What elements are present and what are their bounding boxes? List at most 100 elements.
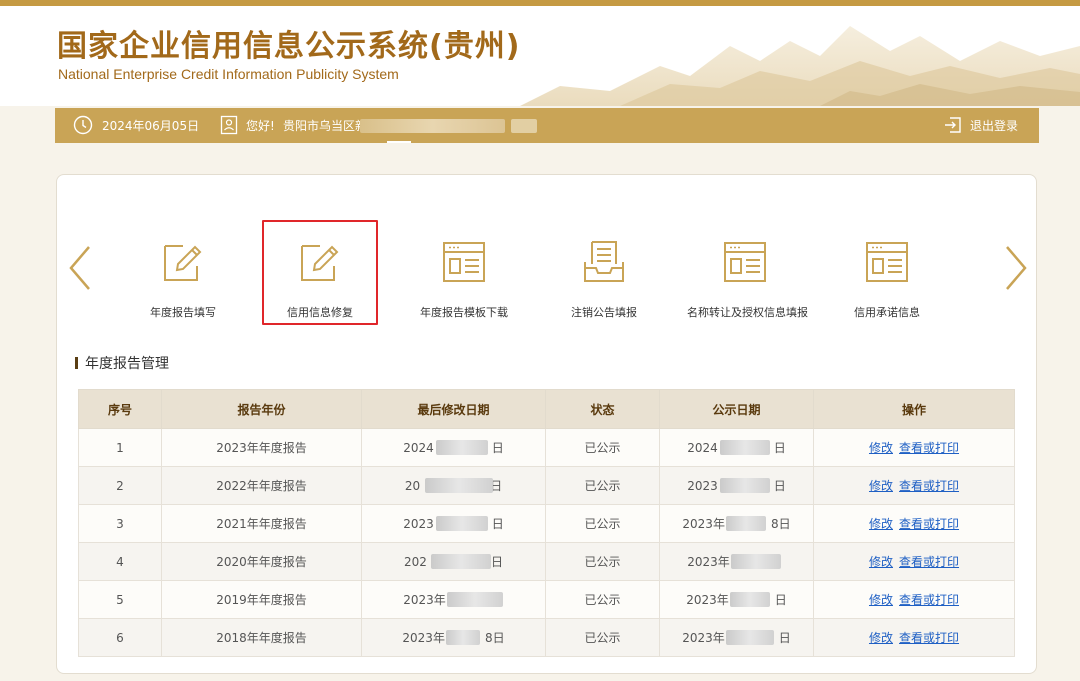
actions: 修改 查看或打印	[813, 618, 1015, 657]
redaction	[731, 554, 782, 569]
published-date-text: 2023年	[687, 555, 730, 569]
table-row: 3 2021年年度报告 2023 日 已公示 2023年 8日 修改 查看或打印	[78, 504, 1015, 543]
redaction	[431, 554, 492, 569]
company-underline	[387, 141, 411, 143]
user-card-icon	[220, 115, 238, 135]
redacted-company-name	[360, 119, 505, 133]
column-header: 公示日期	[659, 389, 814, 429]
status: 已公示	[545, 618, 660, 657]
row-index: 4	[78, 542, 162, 581]
edit-link[interactable]: 修改	[869, 441, 893, 455]
status: 已公示	[545, 504, 660, 543]
report-year: 2021年年度报告	[161, 504, 362, 543]
nav-item-annual-report-fill[interactable]: 年度报告填写	[125, 220, 241, 325]
nav-item-credit-commitment[interactable]: 信用承诺信息	[829, 220, 945, 325]
status: 已公示	[545, 428, 660, 467]
view-print-link[interactable]: 查看或打印	[899, 631, 959, 645]
published-date-tail: 日	[773, 441, 786, 455]
published-date-text: 2023年	[686, 593, 729, 607]
table-row: 6 2018年年度报告 2023年 8日 已公示 2023年 日 修改 查看或打印	[78, 618, 1015, 657]
redaction	[730, 592, 771, 607]
modified-date: 202 日	[361, 542, 546, 581]
column-header: 最后修改日期	[361, 389, 546, 429]
status: 已公示	[545, 580, 660, 619]
actions: 修改 查看或打印	[813, 428, 1015, 467]
status: 已公示	[545, 466, 660, 505]
modified-date-text: 2023	[403, 517, 434, 531]
nav-item-name-transfer[interactable]: 名称转让及授权信息填报	[687, 220, 808, 325]
chevron-left-icon[interactable]	[65, 243, 95, 293]
nav-item-label: 信用承诺信息	[854, 306, 920, 319]
nav-item-label: 年度报告填写	[150, 306, 216, 319]
published-date-tail: 日	[773, 479, 786, 493]
published-date-text: 2023年	[682, 631, 725, 645]
nav-item-label: 信用信息修复	[287, 306, 353, 319]
actions: 修改 查看或打印	[813, 504, 1015, 543]
redaction	[726, 630, 775, 645]
table-row: 5 2019年年度报告 2023年 已公示 2023年 日 修改 查看或打印	[78, 580, 1015, 619]
view-print-link[interactable]: 查看或打印	[899, 441, 959, 455]
table-row: 1 2023年年度报告 2024 日 已公示 2024 日 修改 查看或打印	[78, 428, 1015, 467]
table-row: 2 2022年年度报告 20 日 已公示 2023 日 修改 查看或打印	[78, 466, 1015, 505]
modified-date: 2023 日	[361, 504, 546, 543]
edit-link[interactable]: 修改	[869, 631, 893, 645]
modified-date-tail: 日	[491, 517, 504, 531]
modified-date-text: 2024	[403, 441, 434, 455]
modified-date-text: 20	[404, 479, 421, 493]
view-print-link[interactable]: 查看或打印	[899, 555, 959, 569]
table-header-row: 序号 报告年份 最后修改日期 状态 公示日期 操作	[78, 389, 1015, 429]
clock-icon	[73, 115, 93, 135]
row-index: 6	[78, 618, 162, 657]
actions: 修改 查看或打印	[813, 542, 1015, 581]
redaction	[436, 440, 489, 455]
report-year: 2023年年度报告	[161, 428, 362, 467]
greeting-text: 您好!	[246, 119, 275, 133]
column-header: 报告年份	[161, 389, 362, 429]
modified-date-text: 2023年	[403, 593, 446, 607]
row-index: 1	[78, 428, 162, 467]
user-info-bar: 2024年06月05日 您好! 贵阳市乌当区新 退出登录	[55, 108, 1039, 143]
modified-date-tail: 8日	[484, 631, 505, 645]
edit-link[interactable]: 修改	[869, 479, 893, 493]
nav-item-report-template-download[interactable]: 年度报告模板下载	[406, 220, 522, 325]
report-year: 2022年年度报告	[161, 466, 362, 505]
published-date-tail: 8日	[770, 517, 791, 531]
view-print-link[interactable]: 查看或打印	[899, 593, 959, 607]
published-date: 2023年 日	[659, 618, 814, 657]
nav-item-credit-repair[interactable]: 信用信息修复	[262, 220, 378, 325]
document-template-icon	[866, 242, 908, 282]
table-row: 4 2020年年度报告 202 日 已公示 2023年 修改 查看或打印	[78, 542, 1015, 581]
published-date: 2024 日	[659, 428, 814, 467]
report-year: 2019年年度报告	[161, 580, 362, 619]
published-date: 2023年 8日	[659, 504, 814, 543]
annual-report-table: 序号 报告年份 最后修改日期 状态 公示日期 操作 1 2023年年度报告 20…	[78, 389, 1015, 657]
row-index: 3	[78, 504, 162, 543]
column-header: 序号	[78, 389, 162, 429]
published-date-tail: 日	[774, 593, 787, 607]
published-date-text: 2024	[687, 441, 718, 455]
column-header: 操作	[813, 389, 1015, 429]
modified-date: 20 日	[361, 466, 546, 505]
redaction	[726, 516, 767, 531]
modified-date-tail: 日	[491, 441, 504, 455]
published-date: 2023年	[659, 542, 814, 581]
notice-tray-icon	[584, 241, 624, 282]
edit-link[interactable]: 修改	[869, 593, 893, 607]
chevron-right-icon[interactable]	[1001, 243, 1031, 293]
view-print-link[interactable]: 查看或打印	[899, 479, 959, 493]
column-header: 状态	[545, 389, 660, 429]
nav-item-label: 名称转让及授权信息填报	[687, 306, 808, 319]
row-index: 5	[78, 580, 162, 619]
modified-date-tail: 日	[490, 555, 503, 569]
view-print-link[interactable]: 查看或打印	[899, 517, 959, 531]
edit-link[interactable]: 修改	[869, 555, 893, 569]
site-title: 国家企业信用信息公示系统(贵州)	[57, 29, 521, 64]
row-index: 2	[78, 466, 162, 505]
edit-link[interactable]: 修改	[869, 517, 893, 531]
published-date: 2023 日	[659, 466, 814, 505]
logout-icon[interactable]	[944, 116, 962, 134]
actions: 修改 查看或打印	[813, 580, 1015, 619]
redaction	[720, 478, 771, 493]
logout-button[interactable]: 退出登录	[970, 118, 1018, 134]
nav-item-cancellation-notice[interactable]: 注销公告填报	[546, 220, 662, 325]
